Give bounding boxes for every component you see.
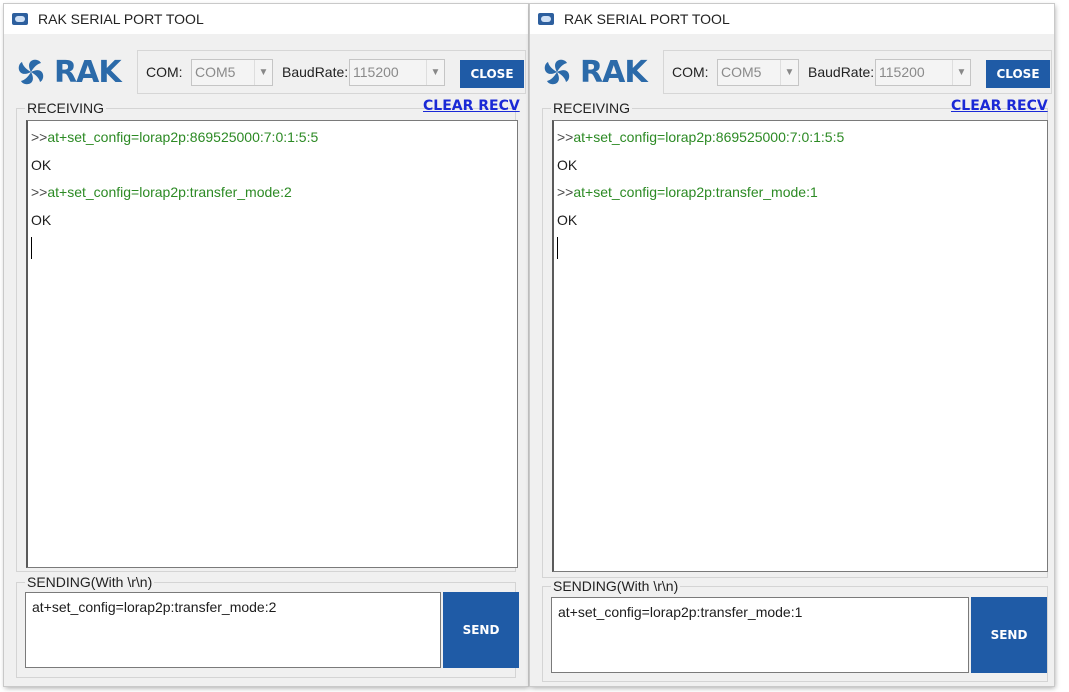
receive-line: >>at+set_config=lorap2p:869525000:7:0:1:… [557, 129, 845, 145]
receive-line: OK [31, 212, 52, 228]
close-port-button[interactable]: CLOSE [460, 60, 524, 88]
send-button[interactable]: SEND [443, 592, 519, 668]
logo-text: RAK [580, 54, 648, 90]
receive-textarea[interactable]: >>at+set_config=lorap2p:869525000:7:0:1:… [26, 120, 518, 568]
rak-logo-icon [544, 59, 570, 85]
receive-line: OK [557, 157, 578, 173]
chevron-down-icon[interactable]: ▼ [952, 60, 970, 85]
port-settings-box: COM: COM5 ▼ BaudRate: 115200 ▼ CLOSE [663, 50, 1052, 94]
receive-line: >>at+set_config=lorap2p:transfer_mode:1 [557, 184, 818, 200]
app-icon [538, 13, 554, 25]
send-input[interactable]: at+set_config=lorap2p:transfer_mode:1 [551, 597, 969, 673]
receiving-label: RECEIVING [551, 100, 633, 116]
send-input-value: at+set_config=lorap2p:transfer_mode:1 [558, 604, 803, 620]
title-bar: RAK SERIAL PORT TOOL [530, 4, 1054, 34]
baudrate-select[interactable]: 115200 ▼ [875, 59, 971, 86]
sending-label: SENDING(With \r\n) [25, 574, 155, 590]
logo-text: RAK [54, 54, 122, 90]
receive-line: >>at+set_config=lorap2p:869525000:7:0:1:… [31, 129, 319, 145]
com-value: COM5 [195, 64, 236, 80]
baudrate-value: 115200 [353, 64, 399, 80]
rak-logo-icon [18, 59, 44, 85]
chevron-down-icon[interactable]: ▼ [254, 60, 272, 85]
baudrate-label: BaudRate: [808, 64, 875, 80]
send-button[interactable]: SEND [971, 597, 1047, 673]
receive-line: OK [557, 212, 578, 228]
serial-tool-window-right: RAK SERIAL PORT TOOL RAK COM: COM5 ▼ Bau… [530, 4, 1054, 686]
send-input[interactable]: at+set_config=lorap2p:transfer_mode:2 [25, 592, 441, 668]
receive-line: OK [31, 157, 52, 173]
close-port-button[interactable]: CLOSE [986, 60, 1050, 88]
text-caret [31, 237, 32, 259]
receive-line: >>at+set_config=lorap2p:transfer_mode:2 [31, 184, 292, 200]
app-icon [12, 13, 28, 25]
title-bar: RAK SERIAL PORT TOOL [4, 4, 528, 34]
chevron-down-icon[interactable]: ▼ [426, 60, 444, 85]
baudrate-label: BaudRate: [282, 64, 349, 80]
baudrate-select[interactable]: 115200 ▼ [349, 59, 445, 86]
com-select[interactable]: COM5 ▼ [717, 59, 799, 86]
com-value: COM5 [721, 64, 762, 80]
rak-logo: RAK [14, 54, 122, 90]
com-select[interactable]: COM5 ▼ [191, 59, 273, 86]
sending-label: SENDING(With \r\n) [551, 578, 681, 594]
chevron-down-icon[interactable]: ▼ [780, 60, 798, 85]
baudrate-value: 115200 [879, 64, 925, 80]
rak-logo: RAK [540, 54, 648, 90]
com-label: COM: [672, 64, 709, 80]
text-caret [557, 237, 558, 259]
window-title: RAK SERIAL PORT TOOL [564, 11, 730, 27]
serial-tool-window-left: RAK SERIAL PORT TOOL RAK COM: COM5 ▼ Bau… [4, 4, 528, 686]
receive-textarea[interactable]: >>at+set_config=lorap2p:869525000:7:0:1:… [552, 120, 1048, 572]
port-settings-box: COM: COM5 ▼ BaudRate: 115200 ▼ CLOSE [137, 50, 526, 94]
clear-recv-link[interactable]: CLEAR RECV [951, 98, 1048, 114]
receiving-label: RECEIVING [25, 100, 107, 116]
com-label: COM: [146, 64, 183, 80]
clear-recv-link[interactable]: CLEAR RECV [423, 98, 520, 114]
window-title: RAK SERIAL PORT TOOL [38, 11, 204, 27]
send-input-value: at+set_config=lorap2p:transfer_mode:2 [32, 599, 277, 615]
